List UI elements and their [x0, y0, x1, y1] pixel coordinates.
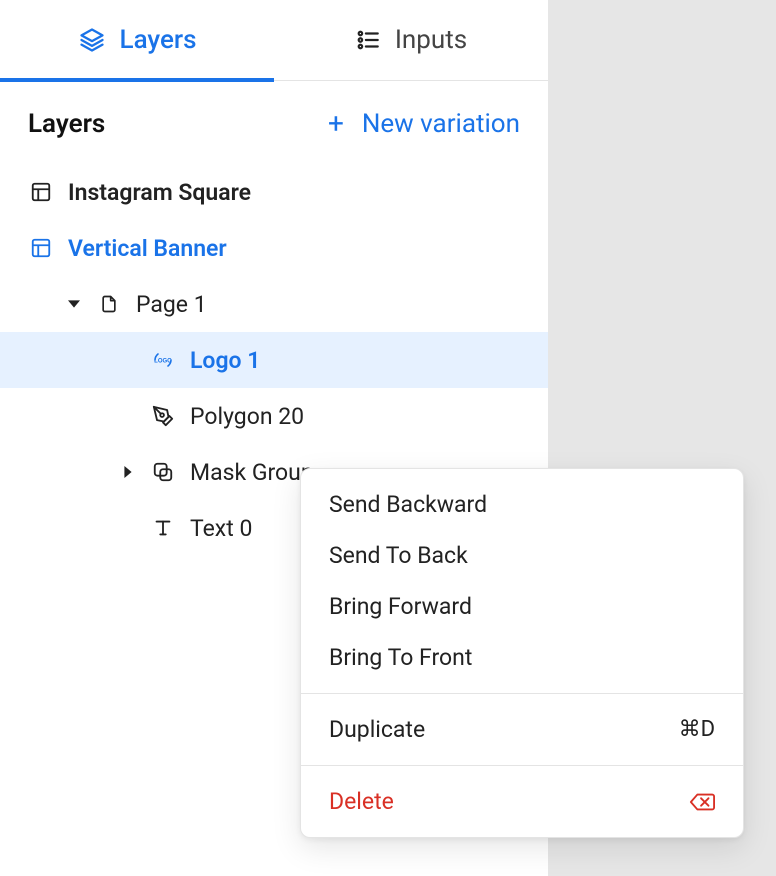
layer-label: Instagram Square	[54, 179, 251, 206]
menu-label: Bring Forward	[329, 593, 472, 620]
layer-label: Vertical Banner	[54, 235, 227, 262]
delete-backspace-icon	[689, 792, 715, 812]
text-icon	[150, 517, 176, 539]
menu-duplicate[interactable]: Duplicate ⌘D	[301, 704, 743, 755]
panel-tabs: Layers Inputs	[0, 0, 548, 81]
active-tab-underline	[0, 78, 274, 82]
page-icon	[96, 293, 122, 315]
menu-label: Send To Back	[329, 542, 468, 569]
layer-label: Polygon 20	[176, 403, 304, 430]
plus-icon: +	[328, 107, 344, 140]
artboard-instagram-square[interactable]: Instagram Square	[0, 164, 548, 220]
shortcut-label: ⌘D	[679, 717, 715, 742]
svg-text:LOGO: LOGO	[154, 359, 172, 365]
menu-send-to-back[interactable]: Send To Back	[301, 530, 743, 581]
menu-label: Delete	[329, 788, 394, 815]
layer-label: Page 1	[122, 291, 207, 318]
logo-icon: LOGO	[150, 348, 176, 372]
section-title: Layers	[28, 109, 105, 139]
menu-bring-to-front[interactable]: Bring To Front	[301, 632, 743, 683]
artboard-vertical-banner[interactable]: Vertical Banner	[0, 220, 548, 276]
menu-label: Send Backward	[329, 491, 487, 518]
section-header: Layers + New variation	[0, 81, 548, 154]
layer-label: Mask Group	[176, 459, 314, 486]
caret-right-icon[interactable]	[116, 466, 140, 478]
new-variation-button[interactable]: + New variation	[328, 107, 520, 140]
layers-icon	[78, 26, 106, 54]
layer-label: Text 0	[176, 515, 252, 542]
mask-group-icon	[150, 461, 176, 483]
layers-panel: Layers Inputs Layers + New variation	[0, 0, 548, 876]
menu-delete[interactable]: Delete	[301, 776, 743, 827]
tab-layers-label: Layers	[120, 25, 197, 55]
menu-label: Bring To Front	[329, 644, 472, 671]
pen-icon	[150, 405, 176, 427]
menu-separator	[301, 765, 743, 766]
inputs-icon	[355, 27, 381, 53]
menu-separator	[301, 693, 743, 694]
artboard-icon	[28, 181, 54, 203]
artboard-icon	[28, 237, 54, 259]
layer-page-1[interactable]: Page 1	[0, 276, 548, 332]
layer-label: Logo 1	[176, 347, 260, 374]
menu-bring-forward[interactable]: Bring Forward	[301, 581, 743, 632]
menu-label: Duplicate	[329, 716, 425, 743]
tab-inputs[interactable]: Inputs	[274, 0, 548, 80]
layer-logo-1[interactable]: LOGO Logo 1	[0, 332, 548, 388]
menu-send-backward[interactable]: Send Backward	[301, 479, 743, 530]
tab-layers[interactable]: Layers	[0, 0, 274, 80]
context-menu: Send Backward Send To Back Bring Forward…	[300, 468, 744, 838]
layer-polygon-20[interactable]: Polygon 20	[0, 388, 548, 444]
new-variation-label: New variation	[362, 109, 520, 139]
tab-inputs-label: Inputs	[395, 25, 467, 55]
caret-down-icon[interactable]	[62, 298, 86, 310]
